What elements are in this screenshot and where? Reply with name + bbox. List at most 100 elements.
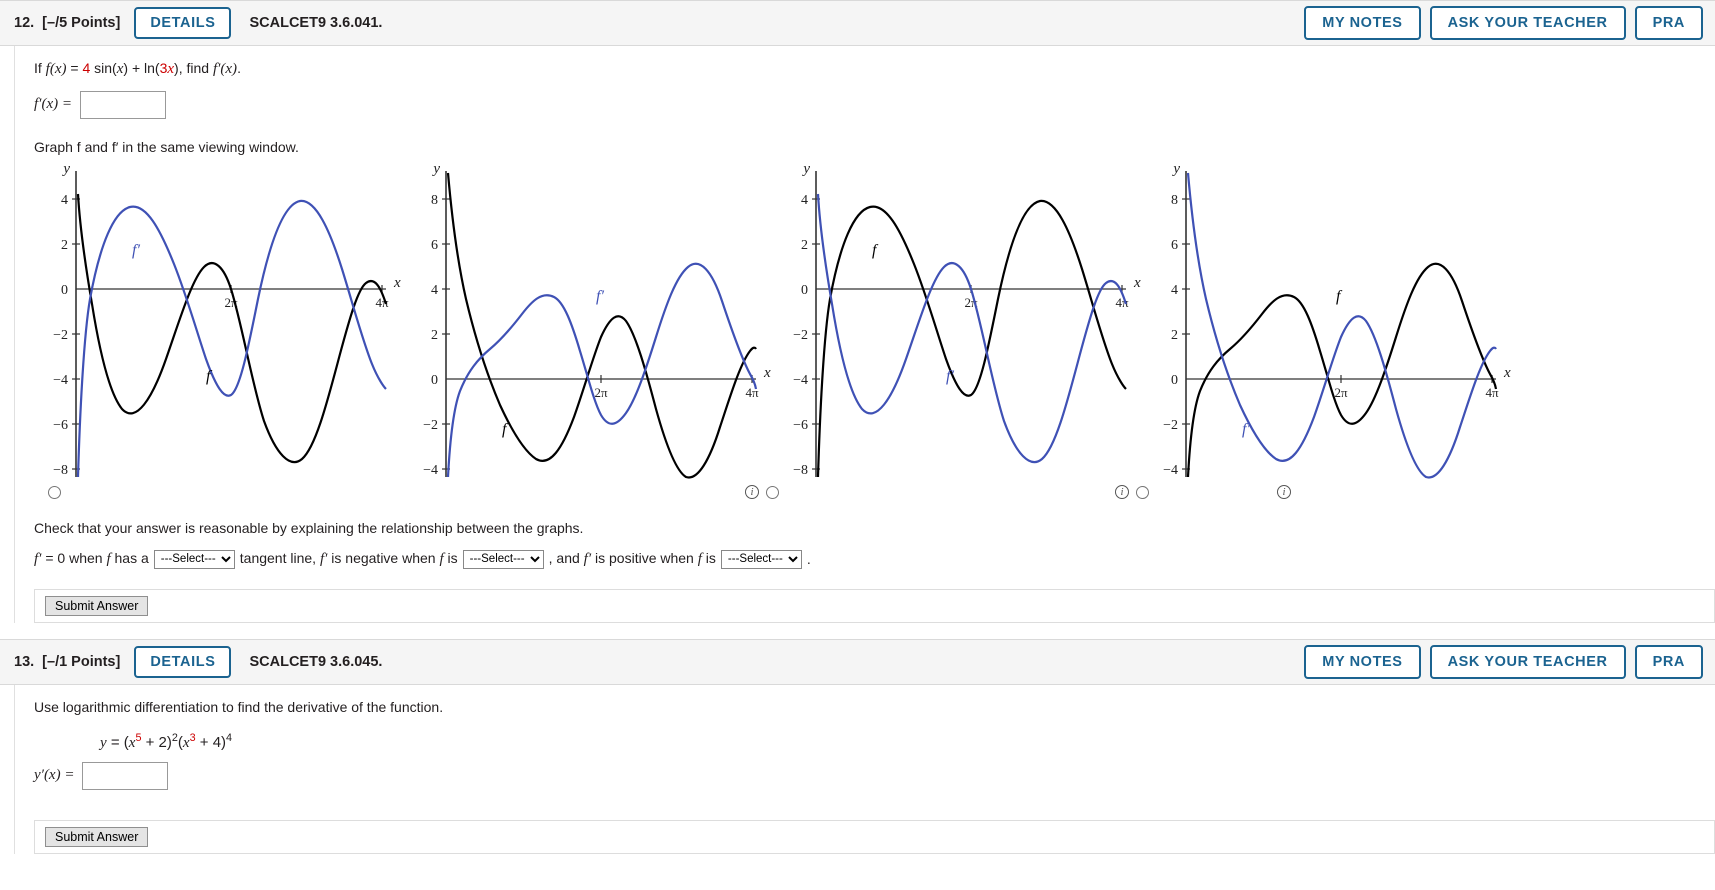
svg-text:4π: 4π	[1115, 295, 1129, 310]
question-13-points: [–/1 Points]	[42, 653, 121, 670]
graph-3-label-f-prime: f′	[946, 368, 954, 385]
my-notes-button-13[interactable]: MY NOTES	[1304, 644, 1421, 679]
graph-4-label-f: f	[1336, 288, 1343, 305]
svg-text:8: 8	[431, 193, 438, 208]
svg-text:y: y	[61, 161, 70, 177]
question-13-code: SCALCET9 3.6.045.	[249, 653, 383, 670]
graph-option-3-controls: i	[774, 484, 1149, 506]
svg-text:−8: −8	[53, 463, 68, 478]
svg-text:8: 8	[1171, 193, 1178, 208]
graph-option-1-radio[interactable]	[48, 485, 61, 499]
answer-label-13: y′(x) =	[34, 767, 75, 783]
equation-eq: = (	[106, 733, 129, 751]
relationship-text-4: .	[806, 551, 811, 567]
f-prime-answer-input[interactable]	[79, 90, 166, 119]
svg-text:4: 4	[1171, 283, 1178, 298]
prompt-eq: =	[66, 60, 83, 76]
graph-option-2-cell: y x 8 6 4 2 0 −2 −4 2π 4π f′ f i	[404, 159, 779, 506]
equation-x2: x	[182, 734, 190, 751]
graph-option-4-cell: y x 8 6 4 2 0 −2 −4 2π 4π f f′ i	[1144, 159, 1514, 506]
svg-text:x: x	[763, 365, 771, 381]
question-13-content: Use logarithmic differentiation to find …	[34, 685, 1715, 854]
question-block-13: 13. [–/1 Points] DETAILS SCALCET9 3.6.04…	[0, 638, 1715, 854]
practice-another-button-13[interactable]: PRA	[1634, 644, 1703, 679]
positive-select[interactable]: ---Select---	[720, 549, 802, 569]
svg-text:−8: −8	[793, 463, 808, 478]
svg-text:−4: −4	[793, 373, 808, 388]
prompt-period: .	[237, 60, 241, 76]
equation-lhs: y	[100, 734, 107, 751]
svg-text:x: x	[393, 275, 401, 291]
question-12-code: SCALCET9 3.6.041.	[249, 15, 383, 31]
submit-box-13: Submit Answer	[34, 819, 163, 854]
graph-instruction: Graph f and f′ in the same viewing windo…	[34, 138, 299, 155]
question-13-details-button[interactable]: DETAILS	[134, 645, 232, 678]
graph-option-1-svg[interactable]: y x 4 2 0 −2 −4 −6 −8 2π 4π f′ f	[34, 159, 404, 484]
equation-mid1: + 2)	[141, 733, 172, 751]
question-12-body: If f(x) = 4 sin(x) + ln(3x), find f′(x).…	[0, 46, 1715, 623]
graph-option-3-info-icon[interactable]: i	[1115, 484, 1129, 499]
my-notes-button-12[interactable]: MY NOTES	[1304, 6, 1421, 40]
graph-option-2-svg[interactable]: y x 8 6 4 2 0 −2 −4 2π 4π f′ f	[404, 159, 774, 484]
svg-text:2: 2	[1171, 328, 1178, 343]
graph-1-label-f-prime: f′	[132, 242, 140, 259]
submit-line-13	[162, 819, 1715, 854]
submit-answer-button-13[interactable]: Submit Answer	[45, 826, 149, 847]
svg-text:−4: −4	[53, 373, 68, 388]
question-12-submit-row: Submit Answer	[34, 588, 1715, 623]
svg-text:−2: −2	[423, 418, 438, 433]
question-12-prompt: If f(x) = 4 sin(x) + ln(3x), find f′(x).	[34, 58, 1715, 81]
question-12-details-button[interactable]: DETAILS	[134, 7, 232, 39]
left-rule-12	[14, 46, 15, 623]
tangent-line-select[interactable]: ---Select---	[153, 549, 235, 569]
equation-exp4: 4	[226, 731, 233, 744]
y-prime-answer-input[interactable]	[82, 761, 169, 790]
graph-option-4-info-icon[interactable]: i	[1277, 484, 1291, 499]
prompt-f-prime: f′(x)	[212, 61, 238, 77]
ask-your-teacher-button-13[interactable]: ASK YOUR TEACHER	[1429, 644, 1626, 679]
prompt-sin: sin(	[90, 60, 117, 76]
prompt-text-part-1: If	[34, 60, 46, 76]
svg-text:2π: 2π	[1334, 385, 1348, 400]
svg-text:0: 0	[431, 373, 438, 388]
svg-text:x: x	[1133, 275, 1141, 291]
practice-another-button-12[interactable]: PRA	[1634, 6, 1703, 40]
question-block-12: 12. [–/5 Points] DETAILS SCALCET9 3.6.04…	[0, 0, 1715, 623]
svg-text:0: 0	[61, 283, 68, 298]
question-12-points: [–/5 Points]	[42, 15, 121, 31]
submit-answer-button-12[interactable]: Submit Answer	[45, 595, 149, 616]
graph-4-label-f-prime: f′	[1242, 421, 1250, 438]
graph-option-4-controls: i	[1144, 484, 1514, 506]
question-12-answer-row: f′(x) =	[34, 90, 1715, 119]
svg-text:4: 4	[61, 193, 68, 208]
svg-text:2π: 2π	[594, 385, 608, 400]
graph-option-2-info-icon[interactable]: i	[745, 484, 759, 499]
svg-text:2: 2	[431, 328, 438, 343]
question-13-answer-row: y′(x) =	[34, 761, 1715, 790]
question-13-prompt: Use logarithmic differentiation to find …	[34, 698, 444, 715]
svg-text:0: 0	[801, 283, 808, 298]
question-13-equation: y = (x5 + 2)2(x3 + 4)4	[100, 732, 1715, 752]
relationship-text-1: f′ = 0 when f has a	[34, 550, 149, 567]
question-13-header: 13. [–/1 Points] DETAILS SCALCET9 3.6.04…	[0, 638, 1715, 685]
question-13-body: Use logarithmic differentiation to find …	[0, 684, 1715, 854]
relationship-text-2: tangent line, f′ is negative when f is	[239, 550, 458, 567]
graph-3-label-f: f	[872, 242, 879, 259]
question-12-number: 12.	[14, 15, 35, 31]
svg-text:−2: −2	[53, 328, 68, 343]
svg-text:6: 6	[1171, 238, 1178, 253]
negative-select[interactable]: ---Select---	[462, 549, 544, 569]
graph-option-4-svg[interactable]: y x 8 6 4 2 0 −2 −4 2π 4π f f′	[1144, 159, 1514, 484]
question-12-header: 12. [–/5 Points] DETAILS SCALCET9 3.6.04…	[0, 0, 1715, 46]
svg-text:4π: 4π	[1485, 385, 1499, 400]
svg-text:2: 2	[61, 238, 68, 253]
svg-text:−4: −4	[423, 463, 438, 478]
graph-option-3-svg[interactable]: y x 4 2 0 −2 −4 −6 −8 2π 4π f f′	[774, 159, 1144, 484]
ask-your-teacher-button-12[interactable]: ASK YOUR TEACHER	[1429, 6, 1626, 40]
question-12-content: If f(x) = 4 sin(x) + ln(3x), find f′(x).…	[34, 46, 1715, 623]
prompt-fx: f(x)	[45, 61, 67, 77]
submit-box-12: Submit Answer	[34, 588, 163, 623]
svg-text:−2: −2	[793, 328, 808, 343]
graph-option-3-cell: y x 4 2 0 −2 −4 −6 −8 2π 4π f f′ i	[774, 159, 1149, 506]
question-12-header-buttons: MY NOTES ASK YOUR TEACHER PRA	[1304, 6, 1703, 40]
